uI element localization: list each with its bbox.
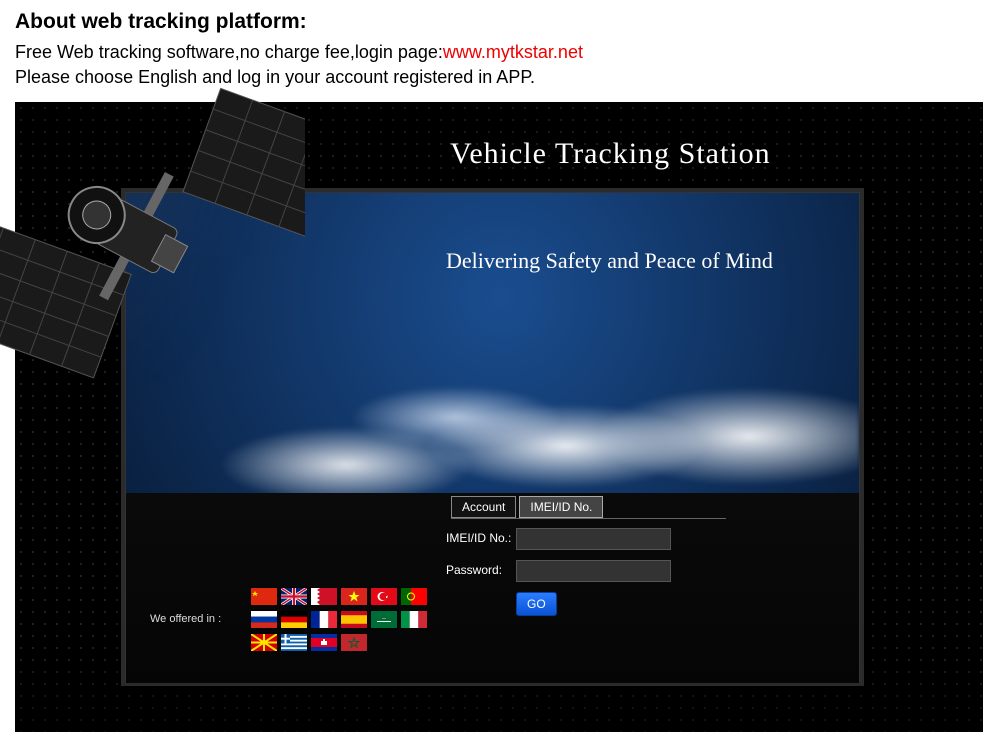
tagline: Delivering Safety and Peace of Mind <box>446 248 773 274</box>
login-tabs: Account IMEI/ID No. <box>451 496 726 519</box>
flag-portugal[interactable] <box>401 588 427 605</box>
app-title: Vehicle Tracking Station <box>450 137 771 171</box>
flag-macedonia[interactable] <box>251 634 277 651</box>
tab-imei[interactable]: IMEI/ID No. <box>519 496 603 518</box>
doc-title: About web tracking platform: <box>15 10 985 34</box>
go-button[interactable]: GO <box>516 592 557 616</box>
language-flags: ـــ <box>251 588 427 652</box>
flag-china[interactable] <box>251 588 277 605</box>
flag-saudi[interactable]: ـــ <box>371 611 397 628</box>
doc-line1-prefix: Free Web tracking software,no charge fee… <box>15 42 443 62</box>
app-window: Vehicle Tracking Station <box>15 102 983 732</box>
flag-spain[interactable] <box>341 611 367 628</box>
login-form: IMEI/ID No.: Password: GO <box>446 528 671 616</box>
flag-vietnam[interactable] <box>341 588 367 605</box>
flag-greece[interactable] <box>281 634 307 651</box>
login-link[interactable]: www.mytkstar.net <box>443 42 583 62</box>
flag-bahrain[interactable] <box>311 588 337 605</box>
flag-morocco[interactable] <box>341 634 367 651</box>
flag-uk[interactable] <box>281 588 307 605</box>
tab-account[interactable]: Account <box>451 496 516 518</box>
hero-image: Delivering Safety and Peace of Mind <box>126 193 859 493</box>
doc-line1: Free Web tracking software,no charge fee… <box>15 40 985 65</box>
password-label: Password: <box>446 560 516 579</box>
flag-turkey[interactable] <box>371 588 397 605</box>
flag-italy[interactable] <box>401 611 427 628</box>
login-panel: Delivering Safety and Peace of Mind Acco… <box>125 192 860 682</box>
flag-russia[interactable] <box>251 611 277 628</box>
doc-line2: Please choose English and log in your ac… <box>15 65 985 90</box>
imei-input[interactable] <box>516 528 671 550</box>
password-input[interactable] <box>516 560 671 582</box>
flag-germany[interactable] <box>281 611 307 628</box>
offered-label: We offered in : <box>150 613 221 625</box>
flag-cambodia[interactable] <box>311 634 337 651</box>
imei-label: IMEI/ID No.: <box>446 528 516 547</box>
flag-france[interactable] <box>311 611 337 628</box>
